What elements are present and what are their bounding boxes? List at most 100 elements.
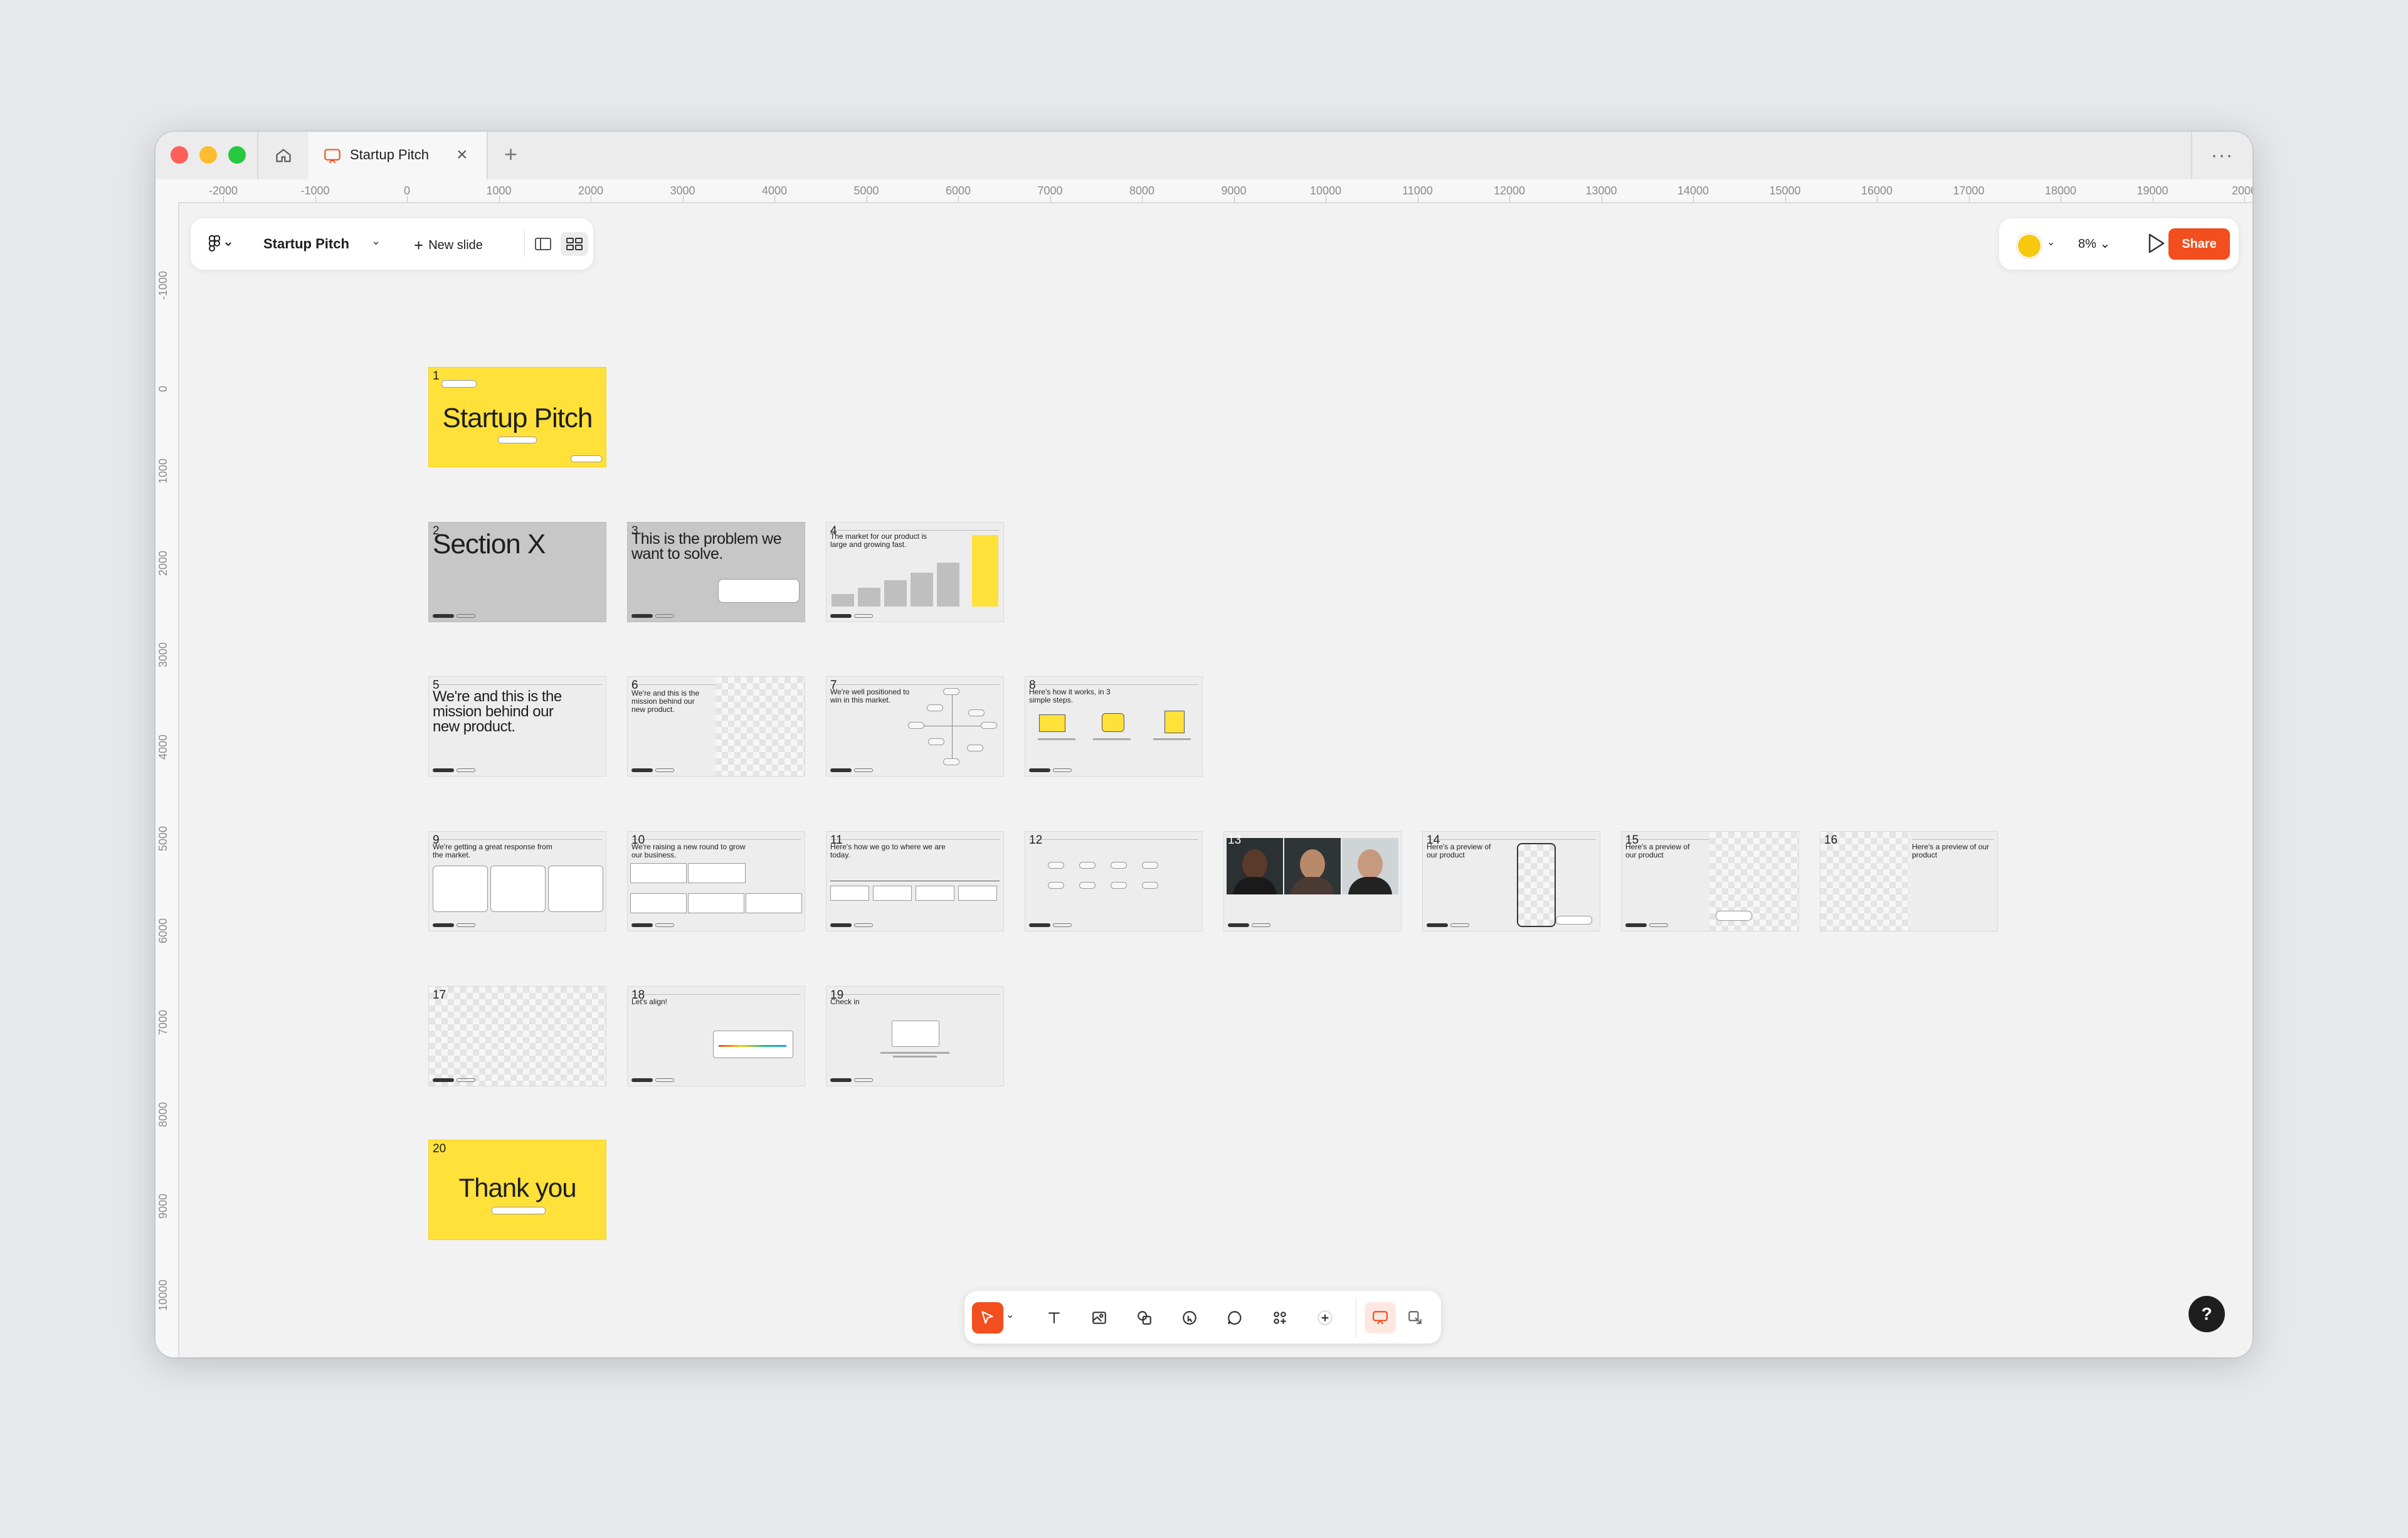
interactive-tool[interactable]: [1174, 1302, 1205, 1334]
minimize-window-button[interactable]: [199, 146, 217, 164]
slide-6[interactable]: 6 We're and this is the mission behind o…: [627, 676, 805, 777]
slide-number: 12: [1029, 834, 1043, 847]
step-text: [1093, 738, 1131, 740]
timeline-card: [830, 886, 869, 901]
logo-placeholder: [1142, 882, 1158, 889]
slide-11[interactable]: 11 Here's how we go to where we are toda…: [826, 831, 1004, 931]
slide-13[interactable]: 13: [1223, 831, 1402, 931]
maximize-window-button[interactable]: [228, 146, 246, 164]
chevron-down-icon[interactable]: ⌄: [371, 235, 381, 248]
bar: [911, 573, 933, 607]
close-window-button[interactable]: [171, 146, 188, 164]
competitor-marker: [967, 745, 983, 751]
step-illustration: [1102, 713, 1124, 732]
slide-title: Here's a preview of our product: [1427, 842, 1491, 859]
help-button[interactable]: ?: [2189, 1296, 2225, 1332]
ruler-horizontal: -2000 -1000 0 1000 2000 3000 4000 5000 6000 7000 8…: [156, 179, 2252, 203]
slide-18[interactable]: 18 Let's align!: [627, 986, 805, 1086]
slide-9[interactable]: 9 We're getting a great response from th…: [428, 831, 606, 931]
slide-15[interactable]: 15 Here's a preview of our product: [1621, 831, 1799, 931]
slide-footer: [854, 923, 873, 927]
slide-title: Thank you: [458, 1173, 576, 1202]
single-slide-view-button[interactable]: [529, 232, 557, 256]
comment-tool[interactable]: [1219, 1302, 1250, 1334]
slide-footer: [655, 614, 674, 618]
slide-number: 20: [433, 1142, 446, 1155]
slide-3[interactable]: 3 This is the problem we want to solve.: [627, 522, 805, 622]
sidebar-layout-icon: [535, 238, 551, 250]
app-window: Startup Pitch × + ··· -2000 -1000 0 1000 200…: [156, 132, 2252, 1357]
slide-10[interactable]: 10 We're raising a new round to grow our…: [627, 831, 805, 931]
slide-rule: [1029, 684, 1198, 685]
slide-footer: [1427, 923, 1448, 927]
slide-footer: [854, 768, 873, 772]
share-toolbar: ⌄ 8% ⌄ Share: [1999, 218, 2239, 270]
new-tab-button[interactable]: +: [504, 143, 517, 166]
design-mode-button[interactable]: [1400, 1302, 1431, 1334]
ruler-tick: [499, 196, 500, 202]
grid-view-button[interactable]: [561, 232, 588, 256]
widgets-tool[interactable]: [1264, 1302, 1296, 1334]
tab-startup-pitch[interactable]: Startup Pitch ×: [309, 132, 488, 181]
competitor-marker: [968, 709, 985, 716]
team-photo: [1342, 838, 1398, 894]
slide-8[interactable]: 8 Here's how it works, in 3 simple steps…: [1025, 676, 1203, 777]
slide-footer: [1649, 923, 1668, 927]
new-slide-button[interactable]: + New slide: [414, 236, 483, 255]
document-toolbar: Startup Pitch ⌄ + New slide: [191, 218, 593, 270]
ruler-tick: [1050, 196, 1051, 202]
slide-2[interactable]: 2 Section X: [428, 522, 606, 622]
ruler-tick: [223, 196, 224, 202]
share-button[interactable]: Share: [2168, 228, 2230, 260]
testimonial-card: [548, 866, 603, 912]
slide-5[interactable]: 5 We're and this is the mission behind o…: [428, 676, 606, 777]
slide-title: We're and this is the mission behind our…: [433, 688, 562, 735]
ruler-label: 3000: [157, 642, 169, 667]
ruler-label: 7000: [157, 1009, 169, 1035]
zoom-level[interactable]: 8% ⌄: [2078, 236, 2110, 252]
step-text: [1038, 738, 1075, 740]
slide-16[interactable]: 16 Here's a preview of our product: [1820, 831, 1998, 931]
timeline-card: [916, 886, 954, 901]
slide-footer: [854, 614, 873, 618]
competitor-marker: [927, 704, 943, 711]
slide-number: 13: [1228, 834, 1242, 847]
slide-footer: [631, 1078, 653, 1082]
bar-highlight: [972, 535, 998, 607]
figma-logo-icon[interactable]: [208, 235, 233, 253]
chevron-down-icon[interactable]: ⌄: [2047, 236, 2055, 248]
comment-icon: [1228, 1311, 1242, 1325]
tab-close-icon[interactable]: ×: [457, 146, 468, 164]
slide-17[interactable]: 17: [428, 986, 606, 1086]
slide-7[interactable]: 7 We're well positioned to win in this m…: [826, 676, 1004, 777]
slide-12[interactable]: 12: [1025, 831, 1203, 931]
add-button[interactable]: [1309, 1302, 1341, 1334]
slides-mode-button[interactable]: [1365, 1302, 1396, 1334]
shape-tool[interactable]: [1129, 1302, 1160, 1334]
move-tool[interactable]: [972, 1302, 1003, 1334]
slide-footer: [830, 614, 852, 618]
text-icon: [1048, 1312, 1060, 1323]
slide-footer: [433, 768, 454, 772]
text-tool[interactable]: [1038, 1302, 1070, 1334]
step-illustration: [1164, 711, 1185, 733]
phone-mockup: [1517, 843, 1556, 927]
more-menu-button[interactable]: ···: [2191, 132, 2252, 179]
avatar[interactable]: [2017, 233, 2042, 258]
slide-tag: [441, 380, 477, 388]
chevron-down-icon[interactable]: ⌄: [1006, 1308, 1014, 1321]
slide-1[interactable]: 1 Startup Pitch: [428, 367, 606, 467]
slide-20[interactable]: 20 Thank you: [428, 1140, 606, 1240]
image-tool[interactable]: [1084, 1302, 1115, 1334]
competitor-marker: [928, 738, 944, 745]
home-button[interactable]: [257, 132, 310, 179]
slide-rule: [830, 839, 1000, 840]
play-icon[interactable]: [2146, 232, 2166, 255]
slide-14[interactable]: 14 Here's a preview of our product: [1422, 831, 1600, 931]
slide-4[interactable]: 4 The market for our product is large an…: [826, 522, 1004, 622]
document-name[interactable]: Startup Pitch: [263, 236, 349, 252]
ruler-tick: [682, 196, 684, 202]
slide-19[interactable]: 19 Check in: [826, 986, 1004, 1086]
slide-title: Here's how it works, in 3 simple steps.: [1029, 687, 1111, 704]
logo-placeholder: [1048, 882, 1064, 889]
